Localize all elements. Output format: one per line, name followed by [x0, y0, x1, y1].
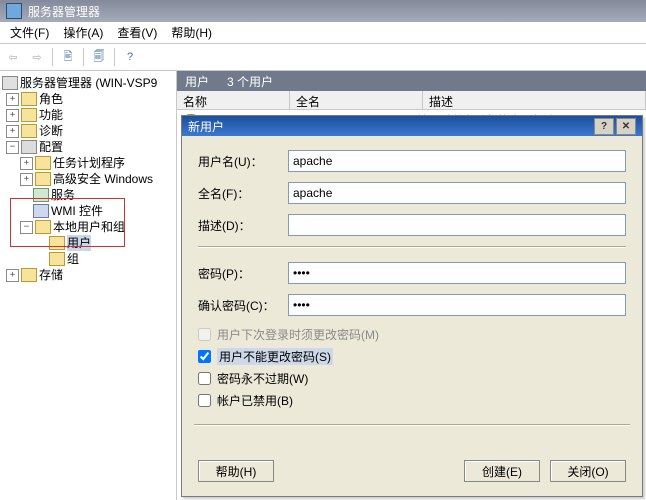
divider	[194, 424, 630, 426]
chk-never[interactable]	[198, 372, 211, 385]
tree-services[interactable]: 服务	[51, 187, 75, 203]
close-button[interactable]: 关闭(O)	[550, 460, 626, 482]
content-count: 3 个用户	[227, 73, 273, 90]
help-button-icon[interactable]: ?	[594, 118, 614, 135]
tree-config[interactable]: 配置	[39, 139, 63, 155]
col-name[interactable]: 名称	[177, 91, 290, 109]
window-title: 服务器管理器	[28, 3, 100, 20]
password-input[interactable]	[288, 262, 626, 284]
desc-input[interactable]	[288, 214, 626, 236]
chk-mustchange	[198, 328, 211, 341]
content-title: 用户	[185, 73, 209, 90]
col-desc[interactable]: 描述	[423, 91, 646, 109]
chk-disabled-label[interactable]: 帐户已禁用(B)	[217, 392, 293, 409]
menu-view[interactable]: 查看(V)	[111, 22, 163, 43]
separator	[114, 48, 115, 66]
tree-users[interactable]: 用户	[67, 235, 91, 251]
app-icon	[6, 3, 22, 19]
refresh-icon[interactable]: 🗐	[90, 48, 108, 66]
chk-mustchange-label: 用户下次登录时须更改密码(M)	[217, 326, 379, 343]
separator	[52, 48, 53, 66]
confirm-label: 确认密码(C)：	[198, 297, 288, 314]
toolbar: ⇦ ⇨ 🖹 🗐 ?	[0, 44, 646, 71]
content-header: 用户 3 个用户	[177, 71, 646, 91]
up-icon[interactable]: 🖹	[59, 48, 77, 66]
tree-lug[interactable]: 本地用户和组	[53, 219, 125, 235]
tree-wmi[interactable]: WMI 控件	[51, 203, 103, 219]
dialog-titlebar[interactable]: 新用户 ? ✕	[182, 116, 642, 136]
window-titlebar: 服务器管理器	[0, 0, 646, 22]
password-label: 密码(P)：	[198, 265, 288, 282]
tree-root[interactable]: 服务器管理器 (WIN-VSP9	[20, 75, 157, 91]
tree-task[interactable]: 任务计划程序	[53, 155, 125, 171]
create-button[interactable]: 创建(E)	[464, 460, 540, 482]
back-icon: ⇦	[4, 48, 22, 66]
tree-features[interactable]: 功能	[39, 107, 63, 123]
column-headers[interactable]: 名称 全名 描述	[177, 91, 646, 110]
tree-storage[interactable]: 存储	[39, 267, 63, 283]
chk-never-label[interactable]: 密码永不过期(W)	[217, 370, 308, 387]
menu-action[interactable]: 操作(A)	[57, 22, 109, 43]
username-input[interactable]	[288, 150, 626, 172]
desc-label: 描述(D)：	[198, 217, 288, 234]
chk-cannot[interactable]	[198, 350, 211, 363]
forward-icon: ⇨	[28, 48, 46, 66]
close-icon[interactable]: ✕	[616, 118, 636, 135]
separator	[83, 48, 84, 66]
menubar: 文件(F) 操作(A) 查看(V) 帮助(H)	[0, 22, 646, 44]
help-icon[interactable]: ?	[121, 48, 139, 66]
chk-disabled[interactable]	[198, 394, 211, 407]
tree-firewall[interactable]: 高级安全 Windows	[53, 171, 153, 187]
help-button[interactable]: 帮助(H)	[198, 460, 274, 482]
tree-roles[interactable]: 角色	[39, 91, 63, 107]
confirm-input[interactable]	[288, 294, 626, 316]
menu-help[interactable]: 帮助(H)	[165, 22, 218, 43]
fullname-input[interactable]	[288, 182, 626, 204]
fullname-label: 全名(F)：	[198, 185, 288, 202]
new-user-dialog: 新用户 ? ✕ 用户名(U)： 全名(F)： 描述(D)： 密码(P)： 确认密…	[181, 115, 643, 497]
nav-tree[interactable]: 服务器管理器 (WIN-VSP9 +角色 +功能 +诊断 −配置 +任务计划程序…	[0, 71, 177, 500]
content-pane: 用户 3 个用户 名称 全名 描述 Admini... 管理计算机(域)的内置帐…	[177, 71, 646, 500]
menu-file[interactable]: 文件(F)	[4, 22, 55, 43]
username-label: 用户名(U)：	[198, 153, 288, 170]
chk-cannot-label[interactable]: 用户不能更改密码(S)	[217, 348, 333, 365]
dialog-title: 新用户	[188, 118, 224, 135]
tree-diag[interactable]: 诊断	[39, 123, 63, 139]
col-fullname[interactable]: 全名	[290, 91, 423, 109]
divider	[198, 246, 626, 248]
tree-groups[interactable]: 组	[67, 251, 79, 267]
